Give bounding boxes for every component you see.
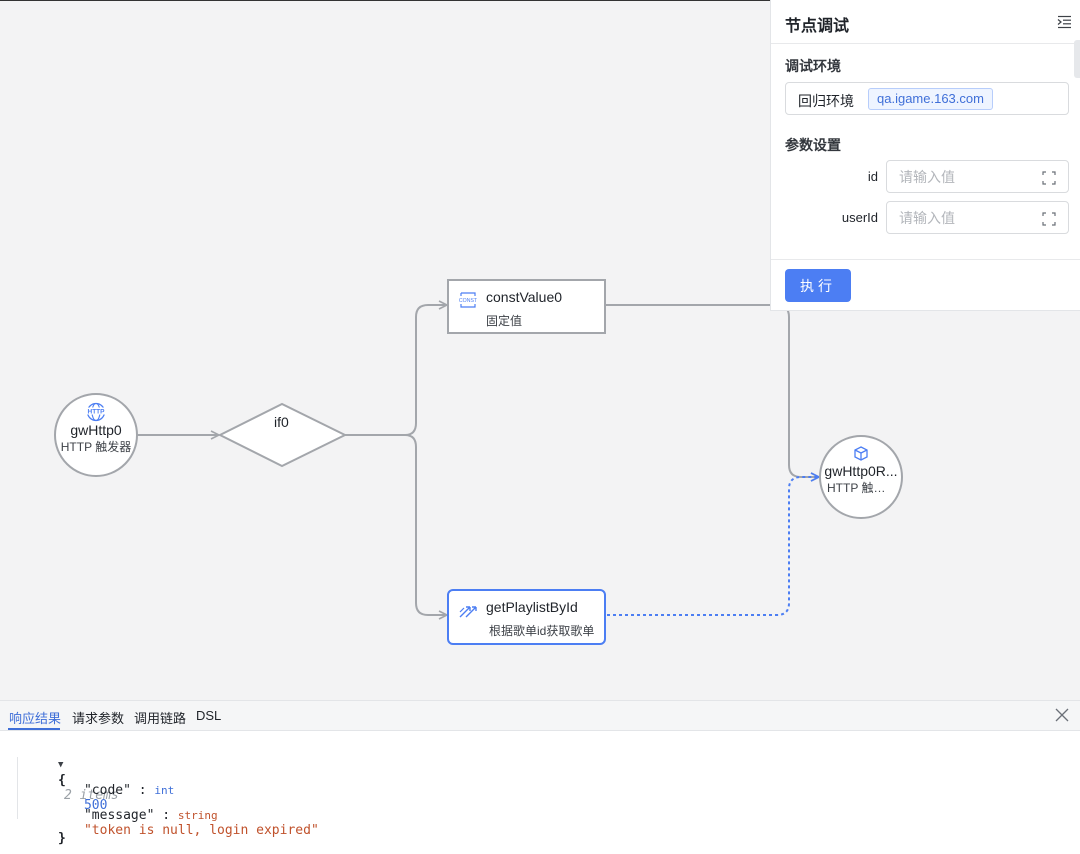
tab-dsl[interactable]: DSL [196,708,221,723]
svg-text:HTTP: HTTP [88,409,106,416]
env-name: 回归环境 [798,93,854,109]
env-section-label: 调试环境 [785,58,841,74]
expand-icon[interactable] [1042,171,1056,185]
debug-panel-header: 节点调试 [771,0,1080,44]
env-host-tag: qa.igame.163.com [868,88,993,110]
response-node[interactable]: gwHttp0R... HTTP 触发... [819,435,903,519]
json-separator: : [154,808,178,823]
param-id-input[interactable] [887,161,1027,192]
run-button[interactable]: 执行 [785,269,851,302]
edge-if-to-api [404,434,446,615]
trigger-node-subtitle: HTTP 触发器 [60,440,132,454]
close-icon[interactable] [1055,708,1069,722]
panel-side-handle[interactable] [1074,40,1080,78]
const-node-subtitle: 固定值 [486,314,523,328]
svg-text:CONST: CONST [459,298,478,304]
api-node-subtitle: 根据歌单id获取歌单 [489,624,595,638]
param-userid-field[interactable] [886,201,1069,234]
param-label-id: id [867,169,878,184]
result-panel: 响应结果 请求参数 调用链路 DSL ▼ { 2 items "code" : … [0,700,1080,854]
response-node-subtitle: HTTP 触发... [827,481,896,495]
param-userid-input[interactable] [887,202,1027,233]
response-node-title: gwHttp0R... [824,463,898,479]
api-node[interactable]: getPlaylistById 根据歌单id获取歌单 [447,589,606,645]
http-globe-icon: HTTP [86,402,106,422]
collapse-panel-icon[interactable] [1056,14,1072,30]
tab-response[interactable]: 响应结果 [9,708,61,727]
param-label-userid: userId [841,210,878,225]
const-icon: CONST [459,292,478,308]
json-type: string [177,809,218,822]
debug-panel-title: 节点调试 [785,18,850,35]
json-value: "token is null, login expired" [83,823,319,838]
expand-icon[interactable] [1042,212,1056,226]
param-id-field[interactable] [886,160,1069,193]
edge-api-to-response [607,477,818,616]
if-node-title[interactable]: if0 [274,414,289,430]
tab-call-chain[interactable]: 调用链路 [134,708,186,727]
json-entry-message: "message" : string "token is null, login… [37,793,319,853]
const-node[interactable]: CONST constValue0 固定值 [447,279,606,334]
params-section-label: 参数设置 [785,137,841,153]
edge-const-to-response [606,304,818,477]
json-key: "message" [83,808,155,823]
active-tab-indicator [8,728,60,730]
env-selector[interactable]: 回归环境 qa.igame.163.com [785,82,1069,115]
api-arrows-icon [459,606,477,618]
trigger-node[interactable]: HTTP gwHttp0 HTTP 触发器 [54,393,138,477]
cube-icon [854,446,868,461]
tab-request-params[interactable]: 请求参数 [72,708,124,727]
json-close-line: } [11,816,66,854]
panel-divider [771,259,1080,260]
api-node-title: getPlaylistById [486,599,578,615]
trigger-node-title: gwHttp0 [70,422,122,438]
debug-panel: 节点调试 调试环境 回归环境 qa.igame.163.com 参数设置 id … [770,0,1080,311]
json-close-brace: } [57,831,66,846]
const-node-title: constValue0 [486,289,563,305]
edge-if-to-const [345,305,446,436]
result-tabs: 响应结果 请求参数 调用链路 DSL [0,701,1080,731]
